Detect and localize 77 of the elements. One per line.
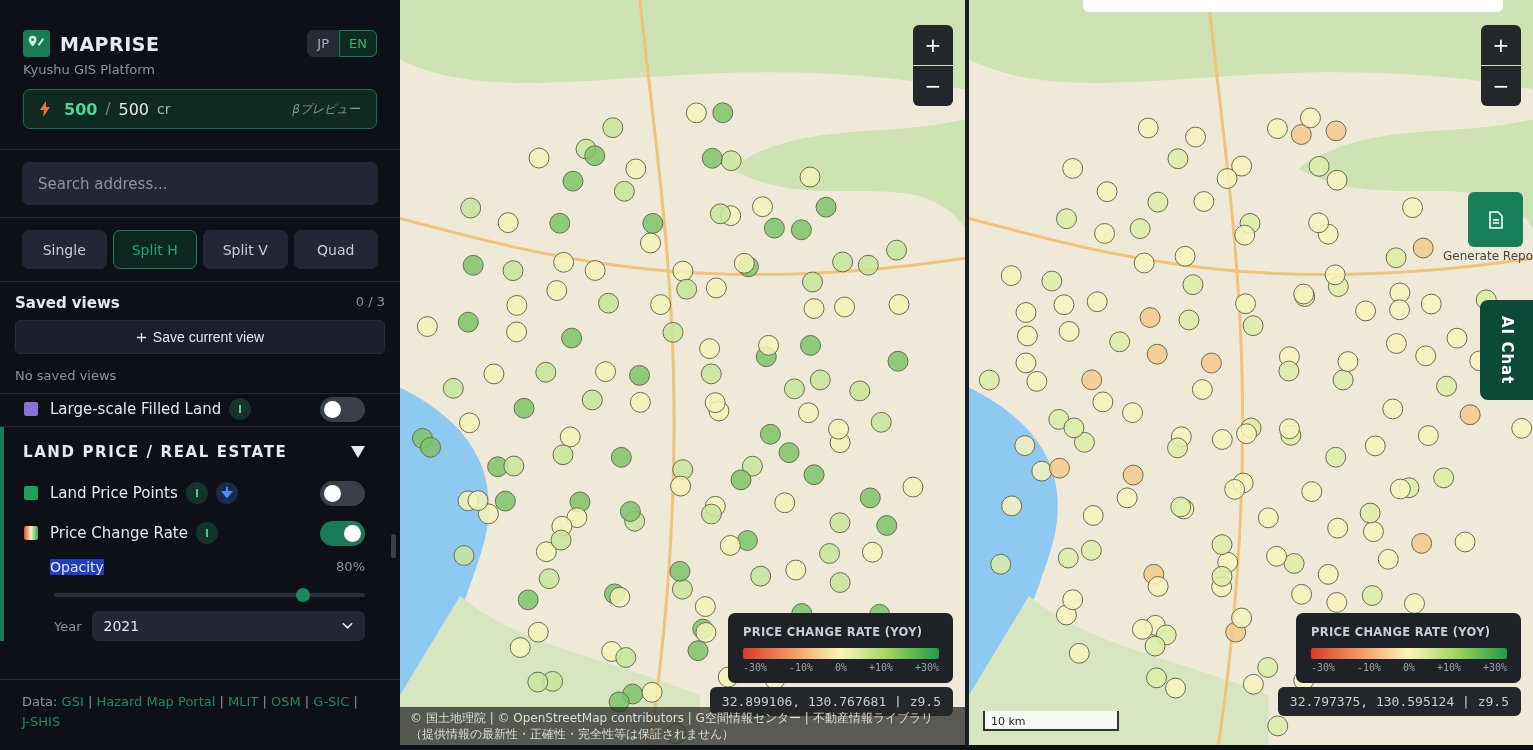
source-link[interactable]: MLIT	[228, 694, 259, 709]
layout-mode-button[interactable]: Quad	[293, 230, 378, 269]
map-attribution: © 国土地理院 | © OpenStreetMap contributors | G空間情報センター | 不動産情報ライブラリ（提供情報の最新性・正確性・完全性等は保証されません）	[400, 707, 965, 745]
layer-toggle[interactable]	[320, 520, 365, 546]
category-title: LAND PRICE / REAL ESTATE	[23, 443, 288, 461]
saved-views-count: 0 / 3	[355, 294, 385, 311]
zoom-out-button[interactable]: −	[1481, 66, 1521, 106]
document-icon	[1488, 210, 1503, 229]
legend-tick: -10%	[1357, 662, 1382, 673]
ai-chat-tab[interactable]: AI Chat	[1480, 300, 1533, 400]
credits-separator: /	[105, 100, 111, 118]
language-toggle[interactable]: JP	[307, 30, 340, 57]
plus-icon	[135, 331, 147, 343]
legend-title: PRICE CHANGE RATE (YOY)	[1311, 625, 1492, 639]
layer-swatch	[24, 526, 38, 540]
separator: |	[304, 694, 310, 709]
layout-mode-button[interactable]: Split H	[112, 230, 197, 269]
scrollbar[interactable]	[391, 534, 396, 558]
save-view-button[interactable]: Save current view	[15, 320, 385, 354]
search-field[interactable]: Search address...	[22, 162, 378, 205]
layer-toggle[interactable]	[320, 396, 365, 422]
legend-tick: +30%	[1482, 662, 1507, 673]
layer-toggle[interactable]	[320, 480, 365, 506]
app-subtitle: Kyushu GIS Platform	[23, 62, 156, 77]
beta-label: βプレビュー	[292, 100, 360, 118]
opacity-value: 80%	[336, 559, 365, 575]
chevron-down-icon	[342, 622, 353, 630]
legend-tick: +10%	[1436, 662, 1461, 673]
report-button-label: Generate Repo	[1443, 249, 1533, 263]
report-button[interactable]	[1468, 192, 1523, 247]
layer-name: Large-scale Filled Land	[50, 400, 222, 418]
legend-tick: -30%	[743, 662, 768, 673]
opacity-label: Opacity	[50, 559, 104, 575]
logo-icon	[23, 30, 50, 57]
layer-name: Price Change Rate	[50, 524, 188, 542]
lightning-icon	[40, 101, 50, 117]
year-label: Year	[54, 618, 82, 634]
source-link[interactable]: Hazard Map Portal	[96, 694, 216, 709]
layout-mode-button[interactable]: Single	[22, 230, 107, 269]
layer-name: Land Price Points	[50, 484, 178, 502]
info-icon[interactable]	[195, 522, 218, 544]
zoom-in-button[interactable]: +	[913, 25, 953, 65]
source-link[interactable]: GSI	[61, 694, 84, 709]
layout-mode-button[interactable]: Split V	[203, 230, 288, 269]
year-dropdown[interactable]: 2021	[91, 611, 365, 641]
info-icon[interactable]	[229, 398, 252, 420]
credits-total: 500	[118, 99, 149, 119]
zoom-out-button[interactable]: −	[913, 66, 953, 106]
download-icon[interactable]	[215, 482, 238, 504]
opacity-slider-thumb[interactable]	[295, 588, 310, 602]
coordinates-readout: 32.797375, 130.595124 | z9.5	[1277, 687, 1521, 716]
map-drawing[interactable]	[969, 0, 1533, 745]
data-label: Data:	[22, 694, 58, 709]
app-title: MAPRISE	[60, 32, 160, 55]
legend-tick: -10%	[789, 662, 814, 673]
separator: |	[262, 694, 267, 709]
scale-bar: 10 km	[983, 711, 1119, 731]
legend-tick: +10%	[868, 662, 893, 673]
caret-icon[interactable]	[351, 446, 365, 458]
separator: |	[87, 694, 93, 709]
legend-title: PRICE CHANGE RATE (YOY)	[743, 625, 924, 639]
credits-unit: cr	[157, 101, 171, 117]
legend-tick: 0%	[1402, 662, 1415, 673]
zoom-in-button[interactable]: +	[1481, 25, 1521, 65]
separator: |	[353, 694, 358, 709]
legend-tick: 0%	[834, 662, 847, 673]
info-icon[interactable]	[185, 482, 208, 504]
source-link[interactable]: G-SIC	[313, 694, 350, 709]
legend-tick: +30%	[914, 662, 939, 673]
legend-tick: -30%	[1311, 662, 1336, 673]
empty-message: No saved views	[15, 368, 118, 383]
credits-used: 500	[64, 99, 98, 119]
source-link[interactable]: J-SHIS	[22, 714, 61, 729]
section-title: Saved views	[15, 294, 120, 312]
language-toggle[interactable]: EN	[339, 30, 377, 57]
source-link[interactable]: OSM	[270, 694, 301, 709]
separator: |	[219, 694, 224, 709]
